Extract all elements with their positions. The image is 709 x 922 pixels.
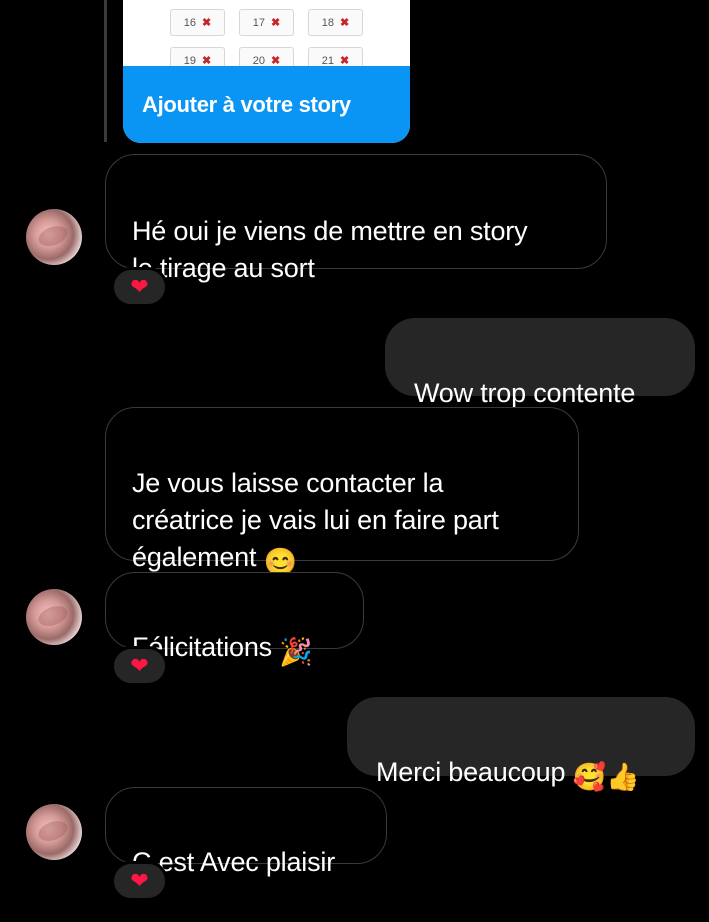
heart-reaction[interactable]: ❤ bbox=[111, 861, 168, 901]
message-bubble-incoming[interactable]: Hé oui je viens de mettre en story le ti… bbox=[105, 154, 607, 283]
message-text: Merci beaucoup bbox=[376, 757, 566, 787]
heart-reaction[interactable]: ❤ bbox=[111, 267, 168, 307]
grid-cell: 18 ✖ bbox=[308, 9, 363, 36]
story-reply-line bbox=[104, 0, 107, 142]
grid-cell: 17 ✖ bbox=[239, 9, 294, 36]
grid-cell: 16 ✖ bbox=[170, 9, 225, 36]
message-text: Hé oui je viens de mettre en story le ti… bbox=[132, 216, 528, 283]
story-preview[interactable]: 16 ✖ 17 ✖ 18 ✖ 19 ✖ 20 ✖ 21 ✖ Ajouter à votre … bbox=[123, 0, 410, 143]
cross-icon: ✖ bbox=[340, 17, 350, 29]
message-bubble-outgoing[interactable]: Wow trop contente bbox=[385, 318, 695, 408]
message-text: Je vous laisse contacter la créatrice je… bbox=[132, 468, 499, 572]
avatar[interactable] bbox=[26, 209, 82, 265]
cross-icon: ✖ bbox=[271, 17, 281, 29]
message-bubble-incoming[interactable]: C est Avec plaisir bbox=[105, 787, 387, 877]
party-emoji: 🎉 bbox=[279, 637, 313, 667]
heart-icon: ❤ bbox=[130, 868, 149, 893]
cross-icon: ✖ bbox=[202, 17, 212, 29]
message-bubble-incoming[interactable]: Félicitations 🎉 bbox=[105, 572, 364, 667]
love-thumbs-emoji: 🥰👍 bbox=[572, 762, 640, 792]
message-text: Wow trop contente bbox=[414, 378, 636, 408]
avatar[interactable] bbox=[26, 589, 82, 645]
message-bubble-incoming[interactable]: Je vous laisse contacter la créatrice je… bbox=[105, 407, 579, 577]
heart-icon: ❤ bbox=[130, 274, 149, 299]
message-bubble-outgoing[interactable]: Merci beaucoup 🥰👍 bbox=[347, 697, 695, 792]
heart-icon: ❤ bbox=[130, 653, 149, 678]
heart-reaction[interactable]: ❤ bbox=[111, 646, 168, 686]
add-to-story-button[interactable]: Ajouter à votre story bbox=[123, 66, 410, 143]
avatar[interactable] bbox=[26, 804, 82, 860]
